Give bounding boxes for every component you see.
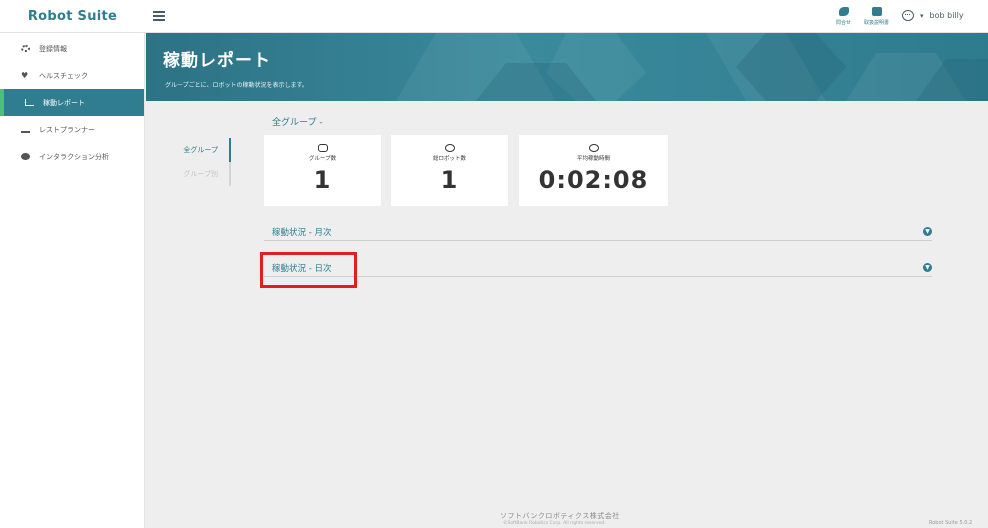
chevron-down-icon[interactable]: ▼ — [923, 227, 932, 236]
phone-icon — [838, 7, 849, 16]
stat-label: グループ数 — [308, 156, 337, 162]
user-menu[interactable]: ▾ bob billy — [902, 10, 964, 21]
menu-toggle-icon[interactable] — [153, 11, 165, 21]
sidebar-item-operation-report[interactable]: 稼動レポート — [0, 89, 144, 116]
group-icon — [317, 144, 328, 152]
gear-icon — [21, 45, 30, 52]
sidebar-item-health-check[interactable]: ♥ ヘルスチェック — [0, 62, 144, 89]
page-header-banner: 稼動レポート グループごとに、ロボットの稼動状況を表示します。 — [146, 33, 988, 101]
stat-card-group-count: グループ数 1 — [264, 135, 381, 206]
inquiry-button[interactable]: 問合せ — [836, 7, 851, 26]
stat-card-average-uptime: 平均稼動時間 0:02:08 — [519, 135, 668, 206]
accordion-label: 稼動状況 - 月次 — [272, 228, 332, 238]
sidebar-item-interaction-analysis[interactable]: インタラクション分析 — [0, 143, 144, 170]
sidebar-item-rest-planner[interactable]: レストプランナー — [0, 116, 144, 143]
footer-company: ソフトバンクロボティクス株式会社 — [500, 512, 620, 520]
footer-version: Robot Suite 5.0.2 — [929, 520, 973, 526]
stat-value: 0:02:08 — [538, 166, 649, 194]
highlight-box — [260, 252, 357, 288]
footer-copyright: ©SoftBank Robotics Corp. All rights rese… — [503, 521, 606, 526]
clock-icon — [588, 144, 599, 152]
accordion-daily[interactable]: 稼動状況 - 日次 ▼ — [264, 259, 932, 277]
tab-all-groups[interactable]: 全グループ — [167, 138, 231, 162]
pie-chart-icon — [21, 153, 30, 160]
heart-icon: ♥ — [21, 71, 29, 80]
chevron-down-icon: ▾ — [920, 11, 924, 20]
sidebar-item-label: インタラクション分析 — [39, 152, 109, 161]
stat-label: 平均稼動時間 — [576, 156, 610, 162]
page-title: 稼動レポート — [163, 51, 271, 71]
group-dropdown[interactable]: 全グループ - — [272, 115, 323, 128]
manual-button[interactable]: 取扱説明書 — [864, 7, 889, 26]
sidebar-item-label: 稼動レポート — [43, 98, 85, 107]
chart-icon — [25, 99, 34, 106]
username: bob billy — [929, 11, 964, 20]
bed-icon — [21, 126, 30, 133]
stat-card-robot-count: 総ロボット数 1 — [391, 135, 508, 206]
robot-icon — [444, 144, 455, 152]
brand-logo[interactable]: Robot Suite — [0, 0, 145, 33]
top-bar: Robot Suite 問合せ 取扱説明書 ▾ bob billy — [0, 0, 988, 33]
robot-avatar-icon — [902, 10, 914, 21]
manual-label: 取扱説明書 — [864, 20, 890, 26]
group-tabs: 全グループ グループ別 — [167, 138, 231, 186]
tab-by-group[interactable]: グループ別 — [167, 162, 231, 186]
inquiry-label: 問合せ — [836, 20, 852, 26]
sidebar-item-registration[interactable]: 登録情報 — [0, 35, 144, 62]
sidebar-item-label: レストプランナー — [39, 125, 95, 134]
book-icon — [871, 7, 882, 16]
page-subtitle: グループごとに、ロボットの稼動状況を表示します。 — [165, 82, 308, 89]
chevron-down-icon[interactable]: ▼ — [923, 263, 932, 272]
accordion-monthly[interactable]: 稼動状況 - 月次 ▼ — [264, 223, 932, 241]
stat-label: 総ロボット数 — [432, 156, 466, 162]
stat-value: 1 — [313, 166, 332, 194]
sidebar: 登録情報 ♥ ヘルスチェック 稼動レポート レストプランナー インタラクション分… — [0, 33, 145, 528]
hexagon-pattern — [396, 33, 988, 101]
sidebar-item-label: 登録情報 — [39, 44, 67, 53]
sidebar-item-label: ヘルスチェック — [39, 71, 88, 80]
stat-value: 1 — [440, 166, 459, 194]
